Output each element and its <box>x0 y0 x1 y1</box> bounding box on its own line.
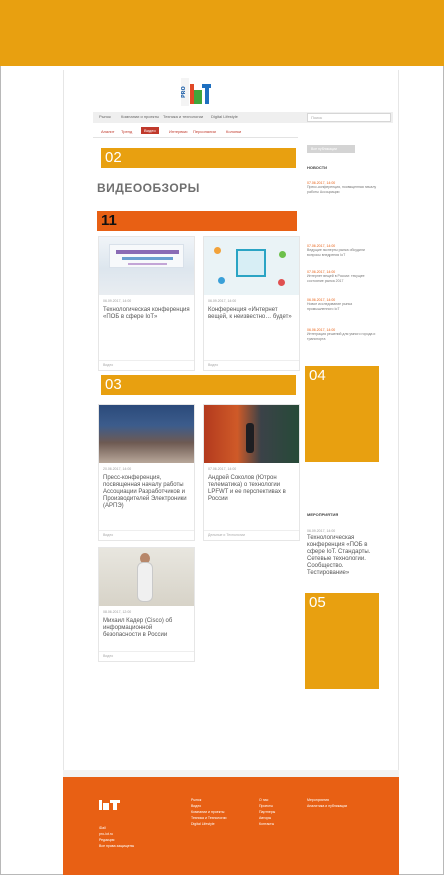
card-title[interactable]: Конференция «Интернет вещей, к неизвестн… <box>208 307 296 321</box>
footer-logo[interactable] <box>99 798 121 810</box>
all-publications-button[interactable]: Все публикации <box>307 145 355 153</box>
card-category[interactable]: Видео <box>103 533 113 537</box>
card-category[interactable]: Дельные и Технологии <box>208 533 245 537</box>
nav-item[interactable]: Техника и технологии <box>163 114 203 119</box>
video-thumbnail[interactable] <box>99 548 194 606</box>
video-card[interactable]: 20.06.2017, 14:00 Пресс-конференция, пос… <box>98 404 195 541</box>
conference-banner-graphic <box>109 244 184 268</box>
event-date: 06.09.2017, 14:00 <box>307 529 336 533</box>
smart-home-illustration <box>236 249 266 277</box>
iot-node-dot <box>279 251 286 258</box>
video-card[interactable]: 06.09.2017, 14:00 Конференция «Интернет … <box>203 236 300 371</box>
site-logo[interactable]: PRO <box>181 78 211 106</box>
video-card[interactable]: 06.09.2017, 14:00 Технологическая конфер… <box>98 236 195 371</box>
video-thumbnail[interactable] <box>99 237 194 295</box>
card-category[interactable]: Видео <box>103 363 113 367</box>
video-thumbnail[interactable] <box>204 405 299 463</box>
news-heading: НОВОСТИ <box>307 165 328 170</box>
footer-link[interactable]: Digital Lifestyle <box>191 821 226 827</box>
card-category[interactable]: Видео <box>208 363 218 367</box>
card-title[interactable]: Андрей Соколов (Ютрон телематика) о техн… <box>208 475 296 503</box>
logo-bar-o <box>194 90 202 104</box>
footer-link[interactable]: Все права защищены <box>99 843 134 849</box>
video-thumbnail[interactable] <box>204 237 299 295</box>
card-divider <box>99 530 194 531</box>
footer-col-sections: Рынок Видео Компании и проекты Техника и… <box>191 797 226 827</box>
footer-top-strip <box>63 770 399 777</box>
news-title[interactable]: Ведущие эксперты рынка обсудили вопросы … <box>307 248 377 257</box>
card-title[interactable]: Пресс-конференция, посвященная началу ра… <box>103 475 191 510</box>
video-card[interactable]: 08.06.2017, 12:00 Михаил Кадер (Cisco) о… <box>98 547 195 662</box>
subnav-item[interactable]: Тренд <box>121 129 132 134</box>
card-divider <box>204 530 299 531</box>
card-date: 06.09.2017, 14:00 <box>208 299 237 303</box>
nav-item[interactable]: Компании и проекты <box>121 114 159 119</box>
iot-node-dot <box>278 279 285 286</box>
site-footer: iDall pro-iot.ru Редакция Все права защи… <box>63 777 399 875</box>
events-heading: МЕРОПРИЯТИЯ <box>307 512 339 517</box>
footer-col-info: iDall pro-iot.ru Редакция Все права защи… <box>99 825 134 849</box>
speaker-figure <box>137 562 153 602</box>
event-title[interactable]: Технологическая конференция «ПОБ в сфере… <box>307 535 373 577</box>
video-thumbnail[interactable] <box>99 405 194 463</box>
news-item[interactable]: 07.06.2017, 14:00 Ведущие эксперты рынка… <box>307 244 377 257</box>
card-divider <box>99 360 194 361</box>
news-item[interactable]: 06.06.2017, 14:00 Новое исследование рын… <box>307 298 377 311</box>
subnav-item-active[interactable]: Видео <box>141 127 159 134</box>
subnav-item[interactable]: Аналит <box>101 129 115 134</box>
news-title[interactable]: Интеграция решений для умного города и т… <box>307 332 377 341</box>
marker-11: 11 <box>97 211 297 231</box>
card-divider <box>99 651 194 652</box>
top-banner <box>0 0 444 66</box>
footer-link[interactable]: Аналитика и публикации <box>307 803 347 809</box>
marker-04: 04 <box>305 366 379 462</box>
news-title[interactable]: Новое исследование рынка промышленного I… <box>307 302 377 311</box>
footer-link[interactable]: Контакты <box>259 821 275 827</box>
marker-05: 05 <box>305 593 379 689</box>
iot-node-dot <box>218 277 225 284</box>
subnav-item[interactable]: Колонки <box>226 129 241 134</box>
nav-item[interactable]: Рынок <box>99 114 111 119</box>
footer-col-events: Мероприятия Аналитика и публикации <box>307 797 347 809</box>
speaker-figure <box>246 423 254 453</box>
news-title[interactable]: Интернет вещей в России: текущее состоян… <box>307 274 377 283</box>
nav-divider <box>93 137 298 138</box>
card-date: 08.06.2017, 12:00 <box>103 610 132 614</box>
card-title[interactable]: Технологическая конференция «ПОБ в сфере… <box>103 307 191 321</box>
logo-bar-t-stem <box>205 88 209 104</box>
footer-col-about: О нас Проекты Партнеры Авторы Контакты <box>259 797 275 827</box>
nav-item[interactable]: Digital Lifestyle <box>211 114 238 119</box>
subnav-item[interactable]: Интервью <box>169 129 188 134</box>
card-divider <box>204 360 299 361</box>
search-input[interactable]: Поиск <box>307 113 391 122</box>
news-item[interactable]: 06.06.2017, 14:00 Интеграция решений для… <box>307 328 377 341</box>
marker-02: 02 <box>101 148 296 168</box>
news-title[interactable]: Пресс-конференция, посвященная началу ра… <box>307 185 377 194</box>
video-card[interactable]: 07.06.2017, 14:00 Андрей Соколов (Ютрон … <box>203 404 300 541</box>
logo-pro-text: PRO <box>181 78 189 106</box>
marker-03: 03 <box>101 375 296 395</box>
news-item[interactable]: 07.06.2017, 14:00 Интернет вещей в Росси… <box>307 270 377 283</box>
card-category[interactable]: Видео <box>103 654 113 658</box>
card-date: 07.06.2017, 14:00 <box>208 467 237 471</box>
card-date: 20.06.2017, 14:00 <box>103 467 132 471</box>
news-item[interactable]: 07.06.2017, 14:00 Пресс-конференция, пос… <box>307 181 377 194</box>
iot-node-dot <box>214 247 221 254</box>
card-title[interactable]: Михаил Кадер (Cisco) об информационной б… <box>103 618 191 639</box>
page-title: ВИДЕООБЗОРЫ <box>97 181 200 195</box>
card-date: 06.09.2017, 14:00 <box>103 299 132 303</box>
subnav-item[interactable]: Персоналии <box>193 129 216 134</box>
